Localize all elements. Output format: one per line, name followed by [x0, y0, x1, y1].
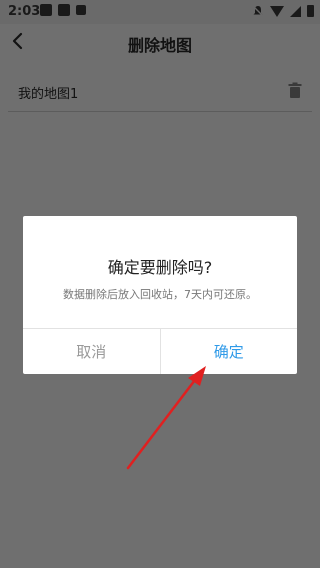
- status-bar: 2:03: [0, 0, 320, 24]
- trash-icon[interactable]: [288, 82, 302, 98]
- dialog-message: 数据删除后放入回收站，7天内可还原。: [63, 288, 257, 301]
- delete-confirm-dialog: 确定要删除吗? 数据删除后放入回收站，7天内可还原。 取消 确定: [23, 216, 297, 374]
- status-time: 2:03: [8, 4, 41, 19]
- text-notification-icon: [76, 5, 86, 15]
- list-item[interactable]: 我的地图1: [8, 72, 312, 112]
- status-system-icons: [252, 5, 314, 17]
- dialog-title: 确定要删除吗?: [107, 258, 213, 277]
- app-bar: 删除地图: [0, 24, 320, 60]
- signal-icon: [290, 5, 301, 17]
- image-notification-icon: [40, 4, 52, 16]
- page-title: 删除地图: [127, 36, 192, 55]
- map-name-label: 我的地图1: [18, 87, 79, 102]
- annotation-arrow-icon: [126, 366, 206, 470]
- wifi-icon: [270, 5, 284, 17]
- app-notification-icon: [58, 4, 70, 16]
- status-notification-icons: [40, 4, 86, 16]
- battery-icon: [307, 5, 314, 17]
- mute-icon: [252, 5, 264, 17]
